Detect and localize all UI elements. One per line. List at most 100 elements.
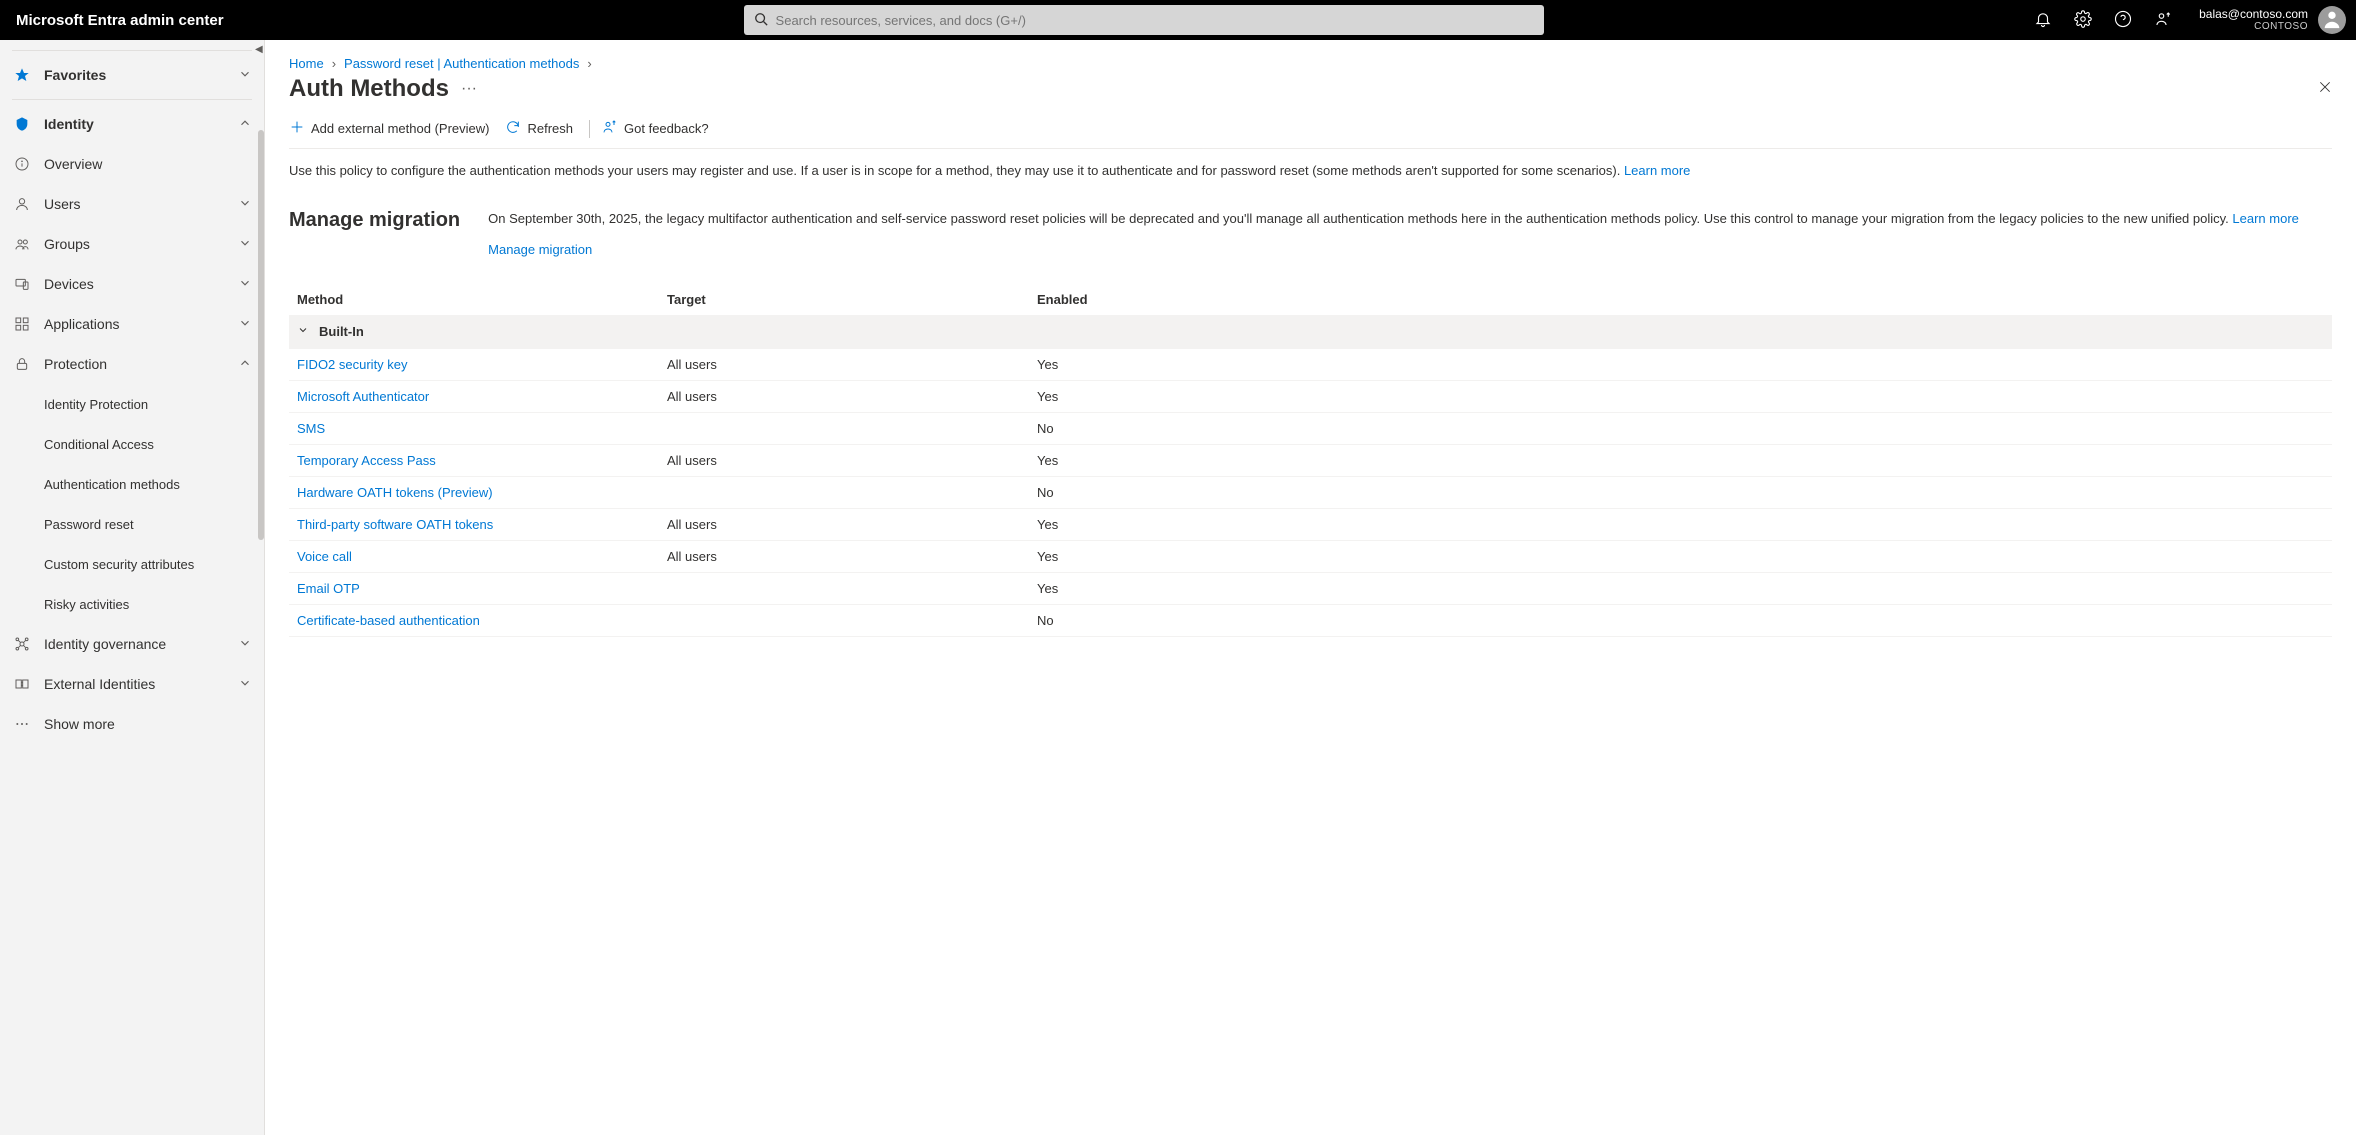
sidebar-item-devices[interactable]: Devices [0,264,264,304]
help-icon [2114,10,2132,31]
collapse-sidebar-handle[interactable]: ◀ [255,44,265,55]
notifications-button[interactable] [2023,0,2063,40]
user-icon [12,196,32,212]
column-header-enabled[interactable]: Enabled [1037,292,2324,307]
enabled-cell: No [1037,613,2332,628]
search-input[interactable] [776,13,1534,28]
sidebar-item-applications[interactable]: Applications [0,304,264,344]
method-link[interactable]: Third-party software OATH tokens [297,517,493,532]
info-icon [12,156,32,172]
method-link[interactable]: FIDO2 security key [297,357,408,372]
user-email: balas@contoso.com [2199,7,2308,21]
gear-icon [2074,10,2092,31]
sidebar-item-label: Devices [44,276,238,292]
sidebar-favorites[interactable]: Favorites [0,55,264,95]
user-org: CONTOSO [2199,21,2308,33]
method-link[interactable]: Microsoft Authenticator [297,389,429,404]
refresh-button[interactable]: Refresh [505,119,573,138]
breadcrumb-password-reset[interactable]: Password reset | Authentication methods [344,56,579,71]
method-link[interactable]: Hardware OATH tokens (Preview) [297,485,493,500]
sidebar-item-label: Groups [44,236,238,252]
sidebar-identity-label: Identity [44,116,238,132]
sidebar-sub-identity-protection[interactable]: Identity Protection [0,384,264,424]
method-link[interactable]: Certificate-based authentication [297,613,480,628]
got-feedback-button[interactable]: Got feedback? [602,119,709,138]
sidebar-sub-authentication-methods[interactable]: Authentication methods [0,464,264,504]
feedback-button[interactable] [2143,0,2183,40]
close-icon [2318,82,2332,97]
group-icon [12,236,32,252]
divider [589,120,590,138]
sidebar-sub-password-reset[interactable]: Password reset [0,504,264,544]
user-menu[interactable]: balas@contoso.com CONTOSO [2183,6,2356,34]
method-link[interactable]: Email OTP [297,581,360,596]
migration-text: On September 30th, 2025, the legacy mult… [488,211,2232,226]
header-actions [2023,0,2183,40]
sidebar-item-label: Protection [44,356,238,372]
table-row[interactable]: Email OTP Yes [289,573,2332,605]
enabled-cell: Yes [1037,453,2332,468]
breadcrumb: Home › Password reset | Authentication m… [289,56,2332,71]
table-row[interactable]: Third-party software OATH tokensAll user… [289,509,2332,541]
sidebar-sub-risky-activities[interactable]: Risky activities [0,584,264,624]
manage-migration-section: Manage migration On September 30th, 2025… [289,209,2332,260]
sidebar-item-users[interactable]: Users [0,184,264,224]
chevron-up-icon [238,356,252,373]
chevron-down-icon [238,276,252,293]
sidebar-item-identity-governance[interactable]: Identity governance [0,624,264,664]
target-cell: All users [667,453,1037,468]
enabled-cell: No [1037,421,2332,436]
sidebar-identity[interactable]: Identity [0,104,264,144]
avatar [2318,6,2346,34]
table-row[interactable]: Certificate-based authentication No [289,605,2332,637]
global-search[interactable] [744,5,1544,35]
more-actions-button[interactable]: ··· [461,80,477,98]
add-external-method-button[interactable]: Add external method (Preview) [289,119,489,138]
sidebar-item-overview[interactable]: Overview [0,144,264,184]
column-header-target[interactable]: Target [667,292,1037,307]
methods-table: Method Target Enabled Built-In FIDO2 sec… [289,284,2332,637]
sidebar-sub-label: Conditional Access [44,437,154,452]
sidebar-scrollbar[interactable] [258,130,264,540]
migration-learn-more-link[interactable]: Learn more [2232,211,2298,226]
enabled-cell: Yes [1037,517,2332,532]
enabled-cell: Yes [1037,357,2332,372]
table-row[interactable]: SMS No [289,413,2332,445]
method-link[interactable]: SMS [297,421,325,436]
sidebar-sub-label: Identity Protection [44,397,148,412]
policy-description: Use this policy to configure the authent… [289,161,2332,181]
help-button[interactable] [2103,0,2143,40]
sidebar-item-groups[interactable]: Groups [0,224,264,264]
table-row[interactable]: Temporary Access Pass All usersYes [289,445,2332,477]
breadcrumb-home[interactable]: Home [289,56,324,71]
table-row[interactable]: Hardware OATH tokens (Preview) No [289,477,2332,509]
governance-icon [12,636,32,652]
chevron-up-icon [238,116,252,133]
sidebar-item-protection[interactable]: Protection [0,344,264,384]
chevron-down-icon [238,236,252,253]
table-group-builtin[interactable]: Built-In [289,315,2332,349]
sidebar-sub-conditional-access[interactable]: Conditional Access [0,424,264,464]
table-row[interactable]: Voice callAll usersYes [289,541,2332,573]
table-row[interactable]: Microsoft AuthenticatorAll usersYes [289,381,2332,413]
method-link[interactable]: Temporary Access Pass [297,453,436,468]
sidebar-show-more[interactable]: Show more [0,704,264,744]
top-bar: Microsoft Entra admin center [0,0,2356,40]
main-content: Home › Password reset | Authentication m… [265,40,2356,1135]
enabled-cell: Yes [1037,581,2332,596]
table-row[interactable]: FIDO2 security keyAll usersYes [289,349,2332,381]
enabled-cell: Yes [1037,389,2332,404]
method-link[interactable]: Voice call [297,549,352,564]
sidebar-favorites-label: Favorites [44,67,238,83]
app-title: Microsoft Entra admin center [0,12,280,29]
divider [12,50,252,51]
manage-migration-link[interactable]: Manage migration [488,240,592,260]
learn-more-link[interactable]: Learn more [1624,163,1690,178]
close-button[interactable] [2318,80,2332,97]
sidebar-sub-custom-security-attributes[interactable]: Custom security attributes [0,544,264,584]
settings-button[interactable] [2063,0,2103,40]
enabled-cell: No [1037,485,2332,500]
person-icon [2321,8,2343,33]
column-header-method[interactable]: Method [297,292,667,307]
sidebar-item-external-identities[interactable]: External Identities [0,664,264,704]
